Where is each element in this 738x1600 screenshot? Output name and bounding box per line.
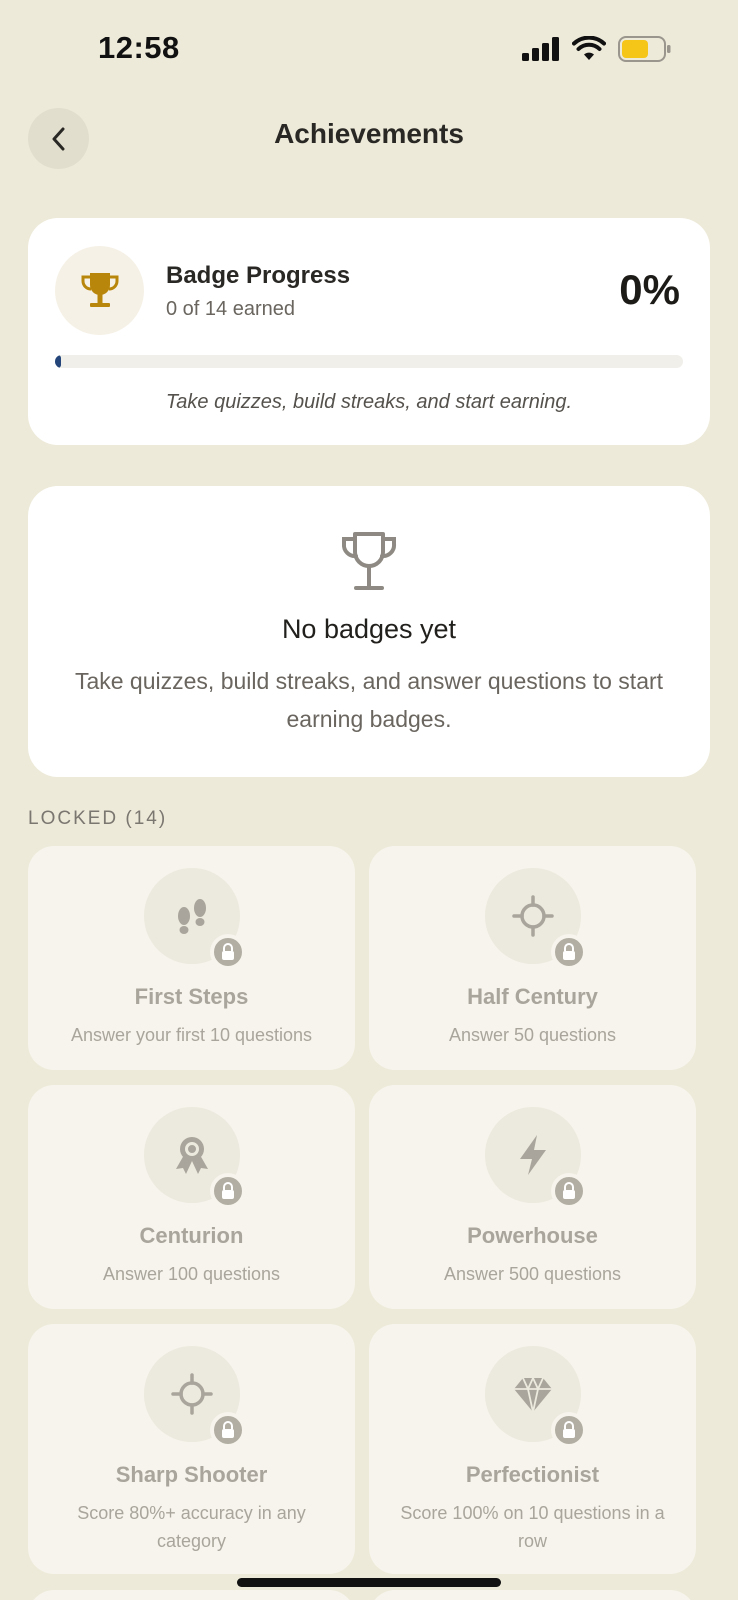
trophy-badge: [55, 246, 144, 335]
badge-name: Half Century: [467, 984, 598, 1009]
badge-card-partial[interactable]: [28, 1590, 355, 1600]
badge-description: Answer 500 questions: [443, 1264, 622, 1284]
badge-description: Answer 100 questions: [102, 1264, 281, 1284]
lock-badge: [210, 1173, 246, 1209]
badge-name: Sharp Shooter: [115, 1462, 268, 1487]
badge-icon-circle: [144, 868, 246, 970]
progress-bar: [55, 355, 683, 368]
progress-percent: 0%: [619, 266, 680, 313]
badge-card-centurion[interactable]: Centurion Answer 100 questions: [28, 1085, 355, 1309]
empty-state-description: Take quizzes, build streaks, and answer …: [74, 668, 664, 732]
home-indicator[interactable]: [237, 1578, 501, 1587]
footsteps-icon: [178, 899, 206, 934]
badge-icon-circle: [144, 1107, 246, 1209]
lightning-icon: [520, 1135, 546, 1175]
badge-icon-circle: [485, 1107, 587, 1209]
lock-icon: [563, 943, 575, 960]
diamond-icon: [514, 1375, 552, 1413]
badge-description: Answer your first 10 questions: [70, 1025, 313, 1045]
badge-name: Centurion: [139, 1223, 244, 1248]
lock-icon: [222, 1182, 234, 1199]
wifi-icon: [572, 36, 606, 60]
badge-card-first-steps[interactable]: First Steps Answer your first 10 questio…: [28, 846, 355, 1070]
empty-state-title: No badges yet: [281, 614, 457, 644]
status-bar: 12:58: [0, 0, 738, 100]
empty-state-card: No badges yet Take quizzes, build streak…: [28, 486, 710, 777]
badge-name: First Steps: [134, 984, 249, 1009]
status-icons: [522, 36, 672, 62]
lock-icon: [563, 1182, 575, 1199]
lock-badge: [210, 1412, 246, 1448]
lock-badge: [551, 1412, 587, 1448]
progress-bar-fill: [55, 355, 61, 368]
badge-card-sharp-shooter[interactable]: Sharp Shooter Score 80%+ accuracy in any…: [28, 1324, 355, 1574]
progress-title: Badge Progress: [166, 262, 351, 289]
cellular-signal-icon: [522, 37, 559, 61]
badge-icon-circle: [144, 1346, 246, 1448]
crosshair-icon: [512, 895, 554, 937]
badge-icon-circle: [485, 868, 587, 970]
progress-count: 0 of 14 earned: [166, 298, 295, 320]
lock-icon: [222, 943, 234, 960]
badge-card-partial[interactable]: [369, 1590, 696, 1600]
badge-icon-circle: [485, 1346, 587, 1448]
lock-badge: [551, 1173, 587, 1209]
locked-section-label: LOCKED (14): [28, 808, 168, 829]
award-ribbon-icon: [176, 1137, 208, 1174]
badge-card-powerhouse[interactable]: Powerhouse Answer 500 questions: [369, 1085, 696, 1309]
lock-badge: [551, 934, 587, 970]
badge-name: Perfectionist: [465, 1462, 600, 1487]
lock-icon: [222, 1421, 234, 1438]
page-title: Achievements: [274, 118, 464, 149]
badge-progress-card: Badge Progress 0 of 14 earned 0% Take qu…: [28, 218, 710, 445]
badge-card-perfectionist[interactable]: Perfectionist Score 100% on 10 questions…: [369, 1324, 696, 1574]
progress-hint: Take quizzes, build streaks, and start e…: [165, 391, 573, 413]
badge-card-half-century[interactable]: Half Century Answer 50 questions: [369, 846, 696, 1070]
badge-name: Powerhouse: [467, 1223, 598, 1248]
status-time: 12:58: [98, 30, 180, 65]
lock-icon: [563, 1421, 575, 1438]
battery-icon: [618, 36, 671, 62]
battery-level: [622, 40, 648, 58]
badge-description: Score 100% on 10 questions in a row: [400, 1503, 665, 1551]
lock-badge: [210, 934, 246, 970]
badge-description: Score 80%+ accuracy in any category: [77, 1503, 306, 1551]
crosshair-icon: [171, 1373, 213, 1415]
badge-description: Answer 50 questions: [448, 1025, 617, 1045]
trophy-outline-icon: [341, 532, 397, 590]
trophy-icon: [81, 272, 118, 307]
